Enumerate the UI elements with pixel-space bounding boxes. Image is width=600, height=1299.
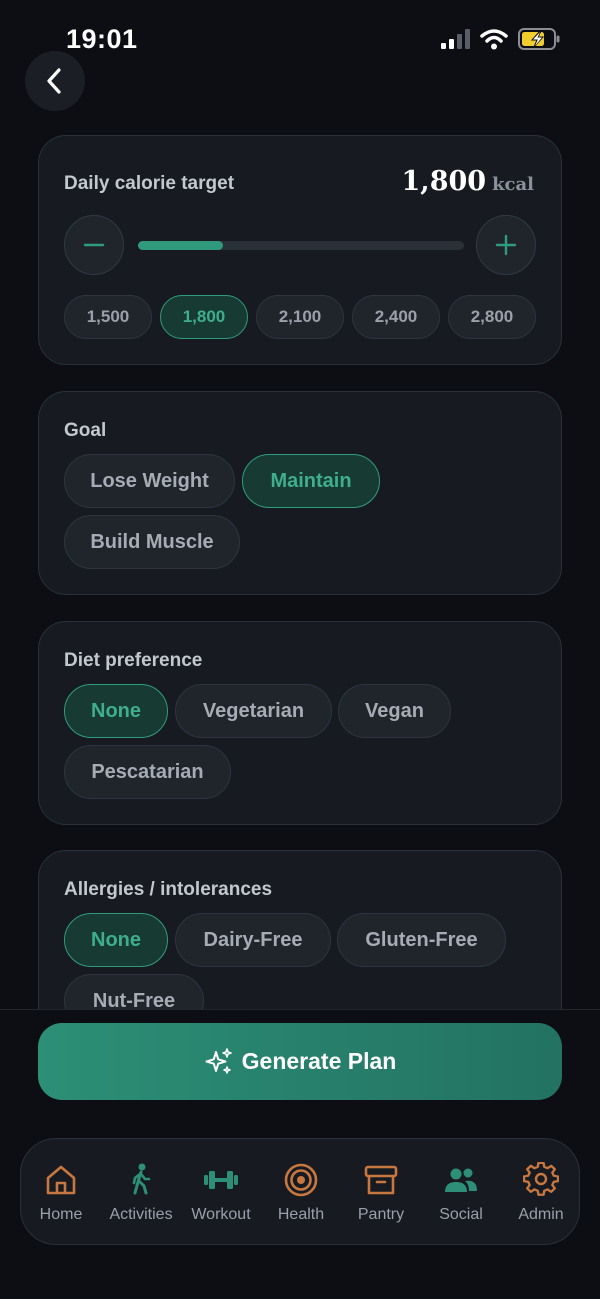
tab-pantry[interactable]: Pantry	[341, 1139, 421, 1246]
goal-option-maintain[interactable]: Maintain	[242, 454, 380, 508]
back-button[interactable]	[25, 51, 85, 111]
chevron-left-icon	[47, 68, 61, 94]
tab-social-label: Social	[439, 1206, 483, 1223]
status-bar: 19:01	[0, 0, 600, 70]
plus-icon	[495, 234, 517, 256]
generate-plan-button[interactable]: Generate Plan	[38, 1023, 562, 1100]
allergy-option-gluten-free[interactable]: Gluten-Free	[337, 913, 506, 967]
calorie-value: 1,800	[401, 166, 487, 197]
calorie-unit: kcal	[492, 174, 534, 195]
goal-card: Goal Lose Weight Maintain Build Muscle	[38, 391, 562, 595]
diet-option-pescatarian[interactable]: Pescatarian	[64, 745, 231, 799]
goal-option-build-muscle[interactable]: Build Muscle	[64, 515, 240, 569]
allergy-option-dairy-free[interactable]: Dairy-Free	[175, 913, 331, 967]
calorie-preset-2400[interactable]: 2,400	[352, 295, 440, 339]
calorie-target-label: Daily calorie target	[64, 173, 235, 194]
calorie-preset-2100[interactable]: 2,100	[256, 295, 344, 339]
diet-option-none[interactable]: None	[64, 684, 168, 738]
diet-preference-label: Diet preference	[64, 650, 203, 671]
tab-home-label: Home	[39, 1206, 83, 1223]
diet-option-vegan[interactable]: Vegan	[338, 684, 451, 738]
bottom-tab-bar: Home Activities Workout Health Pantry So…	[20, 1138, 580, 1245]
tab-workout[interactable]: Workout	[181, 1139, 261, 1246]
dumbbell-icon	[204, 1171, 238, 1189]
allergy-option-none[interactable]: None	[64, 913, 168, 967]
wifi-icon	[480, 29, 508, 50]
tab-social[interactable]: Social	[421, 1139, 501, 1246]
allergies-label: Allergies / intolerances	[64, 879, 273, 900]
target-icon	[284, 1163, 318, 1197]
goal-label: Goal	[64, 420, 107, 441]
signal-icon	[441, 29, 470, 49]
tab-admin[interactable]: Admin	[501, 1139, 581, 1246]
gear-icon	[523, 1162, 559, 1196]
decrease-calories-button[interactable]	[64, 215, 124, 275]
status-time: 19:01	[66, 24, 138, 54]
tab-pantry-label: Pantry	[357, 1206, 405, 1223]
sparkles-icon	[205, 1047, 232, 1074]
tab-activities[interactable]: Activities	[101, 1139, 181, 1246]
tab-admin-label: Admin	[518, 1206, 564, 1223]
home-icon	[46, 1165, 76, 1195]
battery-charging-icon	[518, 28, 560, 50]
diet-option-vegetarian[interactable]: Vegetarian	[175, 684, 332, 738]
users-icon	[445, 1168, 477, 1192]
calorie-target-card: Daily calorie target 1,800 kcal 1,500 1,8…	[38, 135, 562, 365]
status-icons	[440, 28, 560, 50]
walking-icon	[132, 1163, 151, 1195]
generate-plan-label: Generate Plan	[241, 1048, 397, 1074]
diet-preference-card: Diet preference None Vegetarian Vegan Pe…	[38, 621, 562, 825]
calorie-slider-fill	[138, 241, 223, 250]
goal-option-lose-weight[interactable]: Lose Weight	[64, 454, 235, 508]
calorie-preset-2800[interactable]: 2,800	[448, 295, 536, 339]
minus-icon	[83, 243, 105, 247]
calorie-preset-1800[interactable]: 1,800	[160, 295, 248, 339]
calorie-preset-1500[interactable]: 1,500	[64, 295, 152, 339]
tab-home[interactable]: Home	[21, 1139, 101, 1246]
tab-health[interactable]: Health	[261, 1139, 341, 1246]
calorie-slider[interactable]	[138, 241, 464, 250]
tab-health-label: Health	[277, 1206, 325, 1223]
increase-calories-button[interactable]	[476, 215, 536, 275]
tab-activities-label: Activities	[109, 1206, 173, 1223]
calorie-value-display: 1,800 kcal	[402, 166, 534, 197]
box-icon	[364, 1165, 398, 1195]
tab-workout-label: Workout	[191, 1206, 251, 1223]
